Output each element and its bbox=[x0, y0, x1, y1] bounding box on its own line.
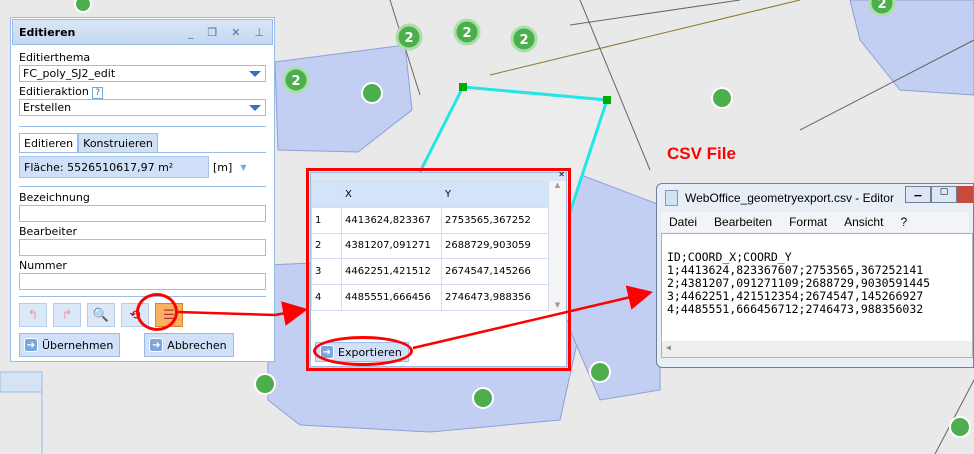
csv-annotation: CSV File bbox=[667, 144, 736, 163]
menu-datei[interactable]: Datei bbox=[669, 215, 697, 229]
maximize-button[interactable]: ▢ bbox=[931, 186, 957, 203]
menu-bearbeiten[interactable]: Bearbeiten bbox=[714, 215, 772, 229]
close-button[interactable] bbox=[957, 186, 973, 203]
notepad-icon bbox=[665, 190, 678, 206]
horizontal-scrollbar[interactable]: ◀ bbox=[662, 341, 972, 357]
text-line: 4;4485551,666456712;2746473,988356032 bbox=[667, 302, 924, 316]
text-area[interactable]: ID;COORD_X;COORD_Y 1;4413624,823367607;2… bbox=[661, 233, 973, 358]
menu-format[interactable]: Format bbox=[789, 215, 827, 229]
menu-ansicht[interactable]: Ansicht bbox=[844, 215, 883, 229]
minimize-button[interactable]: ▁ bbox=[905, 186, 931, 203]
notepad-window: WebOffice_geometryexport.csv - Editor ▁ … bbox=[656, 183, 974, 368]
menu-help[interactable]: ? bbox=[900, 215, 907, 229]
